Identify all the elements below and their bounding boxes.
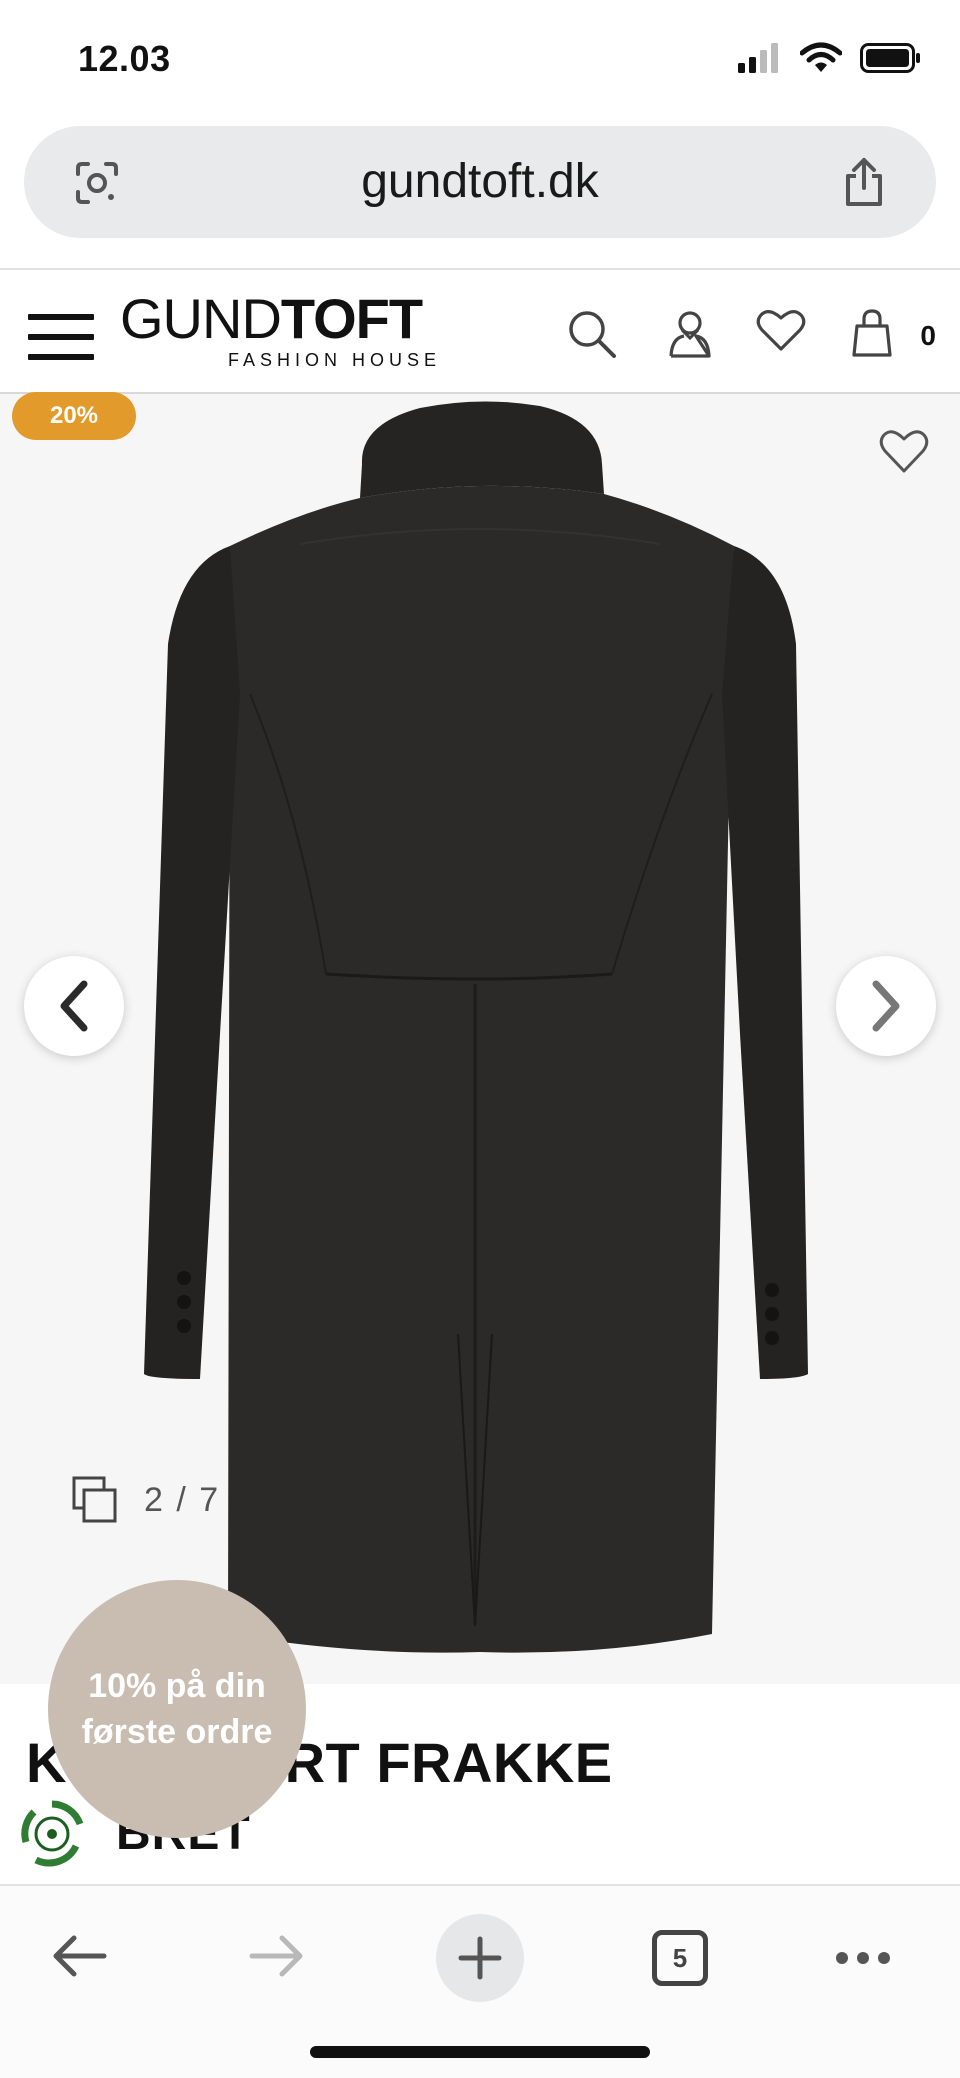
plus-icon xyxy=(458,1936,502,1980)
chevron-right-icon xyxy=(872,980,900,1032)
header-divider-top xyxy=(0,268,960,270)
status-icons xyxy=(738,42,922,74)
image-counter-text: 2 / 7 xyxy=(144,1480,221,1519)
promo-line-1: 10% på din xyxy=(88,1667,266,1705)
url-text[interactable]: gundtoft.dk xyxy=(24,154,936,209)
arrow-left-icon[interactable] xyxy=(48,1932,108,1980)
recycle-icon xyxy=(21,1800,84,1867)
wishlist-heart-icon[interactable] xyxy=(878,428,930,474)
tabs-button[interactable]: 5 xyxy=(652,1930,708,1986)
site-header: GUNDTOFT FASHION HOUSE 0 xyxy=(0,272,960,392)
image-counter: 2 / 7 xyxy=(72,1476,220,1524)
status-time: 12.03 xyxy=(78,38,171,79)
logo-wordmark: GUNDTOFT xyxy=(120,287,423,350)
user-icon[interactable] xyxy=(668,308,712,360)
gallery-icon xyxy=(72,1476,117,1523)
promo-line-2: første ordre xyxy=(81,1713,273,1751)
search-icon[interactable] xyxy=(566,308,618,360)
hamburger-icon[interactable] xyxy=(28,314,94,360)
signal-icon xyxy=(738,43,778,73)
share-icon[interactable] xyxy=(842,156,886,208)
cart-count: 0 xyxy=(920,320,936,351)
chevron-left-icon xyxy=(60,980,88,1032)
status-bar: 12.03 xyxy=(0,0,960,120)
prev-image-button[interactable] xyxy=(24,956,124,1056)
next-image-button[interactable] xyxy=(836,956,936,1056)
site-logo[interactable]: GUNDTOFT FASHION HOUSE xyxy=(120,287,442,371)
more-icon[interactable] xyxy=(834,1950,892,1966)
battery-icon xyxy=(860,43,920,73)
discount-badge: 20% xyxy=(12,392,136,440)
bag-icon[interactable] xyxy=(852,308,892,358)
new-tab-button[interactable] xyxy=(436,1914,524,2002)
heart-icon[interactable] xyxy=(756,308,806,352)
url-bar[interactable]: gundtoft.dk xyxy=(24,126,936,238)
logo-tagline: FASHION HOUSE xyxy=(228,350,442,370)
home-indicator xyxy=(310,2046,650,2058)
promo-bubble[interactable]: 10% på din første ordre xyxy=(48,1580,306,1838)
arrow-right-icon[interactable] xyxy=(248,1932,308,1980)
wifi-icon xyxy=(800,42,842,72)
